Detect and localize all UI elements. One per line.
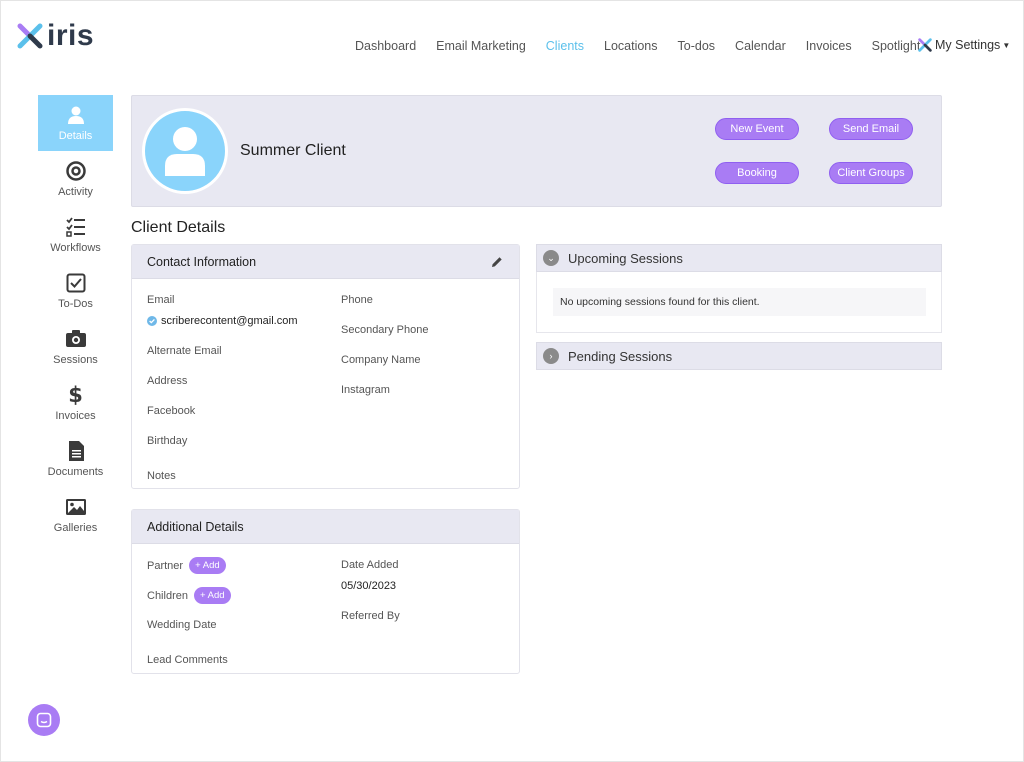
sidebar-item-details[interactable]: Details bbox=[38, 95, 113, 151]
notes-label: Notes bbox=[147, 470, 176, 482]
avatar-person-icon bbox=[165, 127, 205, 176]
email-label: Email bbox=[147, 294, 175, 306]
partner-field: Partner + Add bbox=[147, 557, 226, 574]
instagram-label: Instagram bbox=[341, 384, 390, 396]
client-groups-button[interactable]: Client Groups bbox=[829, 162, 913, 184]
wedding-date-label: Wedding Date bbox=[147, 619, 217, 631]
send-email-button[interactable]: Send Email bbox=[829, 118, 913, 140]
sidebar-item-label: Activity bbox=[58, 186, 93, 198]
sidebar-item-label: Details bbox=[58, 130, 93, 142]
upcoming-sessions-title: Upcoming Sessions bbox=[568, 250, 683, 266]
verified-check-icon bbox=[147, 316, 157, 326]
dollar-icon: $ bbox=[68, 383, 83, 407]
iris-small-logo-icon bbox=[918, 38, 932, 52]
facebook-label: Facebook bbox=[147, 405, 196, 417]
my-settings-menu[interactable]: My Settings ▼ bbox=[918, 38, 1010, 52]
nav-email-marketing[interactable]: Email Marketing bbox=[436, 39, 526, 53]
pencil-edit-icon[interactable] bbox=[491, 256, 503, 271]
children-label: Children bbox=[147, 589, 188, 602]
my-settings-label: My Settings bbox=[935, 38, 1001, 52]
add-partner-button[interactable]: + Add bbox=[189, 557, 226, 574]
chevron-down-icon: ▼ bbox=[1002, 40, 1011, 50]
sidebar-item-workflows[interactable]: Workflows bbox=[38, 207, 113, 263]
add-children-button[interactable]: + Add bbox=[193, 587, 231, 604]
contact-information-header: Contact Information bbox=[132, 245, 519, 279]
brand-logo[interactable]: iris bbox=[17, 19, 94, 53]
sidebar-item-label: Galleries bbox=[53, 522, 98, 534]
secondary-phone-label: Secondary Phone bbox=[341, 324, 429, 336]
new-event-button[interactable]: New Event bbox=[715, 118, 799, 140]
sidebar-item-label: Documents bbox=[47, 466, 104, 478]
person-icon bbox=[65, 104, 87, 126]
additional-details-title: Additional Details bbox=[147, 519, 244, 534]
referred-by-label: Referred By bbox=[341, 610, 400, 622]
address-label: Address bbox=[147, 375, 188, 387]
client-sidebar: Details Activity Workflows To-Dos Sessio… bbox=[38, 95, 113, 543]
sidebar-item-documents[interactable]: Documents bbox=[38, 431, 113, 487]
document-icon bbox=[65, 440, 87, 462]
company-name-label: Company Name bbox=[341, 354, 421, 366]
email-address: scriberecontent@gmail.com bbox=[161, 315, 298, 327]
birthday-label: Birthday bbox=[147, 435, 188, 447]
brand-name: iris bbox=[47, 19, 95, 52]
upcoming-sessions-empty-message: No upcoming sessions found for this clie… bbox=[553, 288, 926, 316]
app-window: iris Dashboard Email Marketing Clients L… bbox=[0, 0, 1024, 762]
top-nav: Dashboard Email Marketing Clients Locati… bbox=[355, 39, 940, 53]
checkbox-icon bbox=[65, 272, 87, 294]
sidebar-item-label: Workflows bbox=[50, 242, 101, 254]
checklist-icon bbox=[65, 216, 87, 238]
target-icon bbox=[65, 160, 87, 182]
nav-spotlight[interactable]: Spotlight bbox=[872, 39, 921, 53]
sidebar-item-activity[interactable]: Activity bbox=[38, 151, 113, 207]
pending-sessions-toggle[interactable]: › Pending Sessions bbox=[536, 342, 942, 370]
sidebar-item-label: Sessions bbox=[53, 354, 98, 366]
iris-logo-icon bbox=[17, 23, 43, 49]
pending-sessions-title: Pending Sessions bbox=[568, 348, 673, 364]
chat-icon bbox=[36, 712, 52, 728]
additional-details-header: Additional Details bbox=[132, 510, 519, 544]
nav-clients[interactable]: Clients bbox=[546, 39, 584, 53]
additional-details-card: Additional Details Partner + Add Childre… bbox=[131, 509, 520, 674]
nav-locations[interactable]: Locations bbox=[604, 39, 658, 53]
contact-information-title: Contact Information bbox=[147, 254, 257, 269]
sidebar-item-galleries[interactable]: Galleries bbox=[38, 487, 113, 543]
children-field: Children + Add bbox=[147, 587, 231, 604]
booking-button[interactable]: Booking bbox=[715, 162, 799, 184]
sidebar-item-label: To-Dos bbox=[58, 298, 93, 310]
contact-information-card: Contact Information Email scribereconten… bbox=[131, 244, 520, 489]
date-added-value: 05/30/2023 bbox=[341, 580, 397, 592]
phone-label: Phone bbox=[341, 294, 373, 306]
upcoming-sessions-panel: No upcoming sessions found for this clie… bbox=[536, 272, 942, 333]
partner-label: Partner bbox=[147, 559, 184, 572]
image-icon bbox=[65, 496, 87, 518]
chevron-right-icon: › bbox=[543, 348, 559, 364]
avatar bbox=[142, 108, 228, 194]
client-details-title: Client Details bbox=[131, 219, 226, 236]
nav-to-dos[interactable]: To-dos bbox=[678, 39, 716, 53]
nav-dashboard[interactable]: Dashboard bbox=[355, 39, 416, 53]
client-profile-header: Summer Client New Event Send Email Booki… bbox=[131, 95, 942, 207]
date-added-label: Date Added bbox=[341, 559, 399, 571]
camera-icon bbox=[65, 328, 87, 350]
nav-invoices[interactable]: Invoices bbox=[806, 39, 852, 53]
sidebar-item-label: Invoices bbox=[55, 410, 96, 422]
sidebar-item-to-dos[interactable]: To-Dos bbox=[38, 263, 113, 319]
email-value[interactable]: scriberecontent@gmail.com bbox=[147, 315, 298, 327]
chat-launcher-button[interactable] bbox=[28, 704, 60, 736]
sidebar-item-sessions[interactable]: Sessions bbox=[38, 319, 113, 375]
upcoming-sessions-toggle[interactable]: ⌄ Upcoming Sessions bbox=[536, 244, 942, 272]
sidebar-item-invoices[interactable]: $ Invoices bbox=[38, 375, 113, 431]
chevron-down-icon: ⌄ bbox=[543, 250, 559, 266]
nav-calendar[interactable]: Calendar bbox=[735, 39, 786, 53]
lead-comments-label: Lead Comments bbox=[147, 654, 228, 666]
client-name: Summer Client bbox=[240, 142, 346, 159]
alternate-email-label: Alternate Email bbox=[147, 345, 222, 357]
